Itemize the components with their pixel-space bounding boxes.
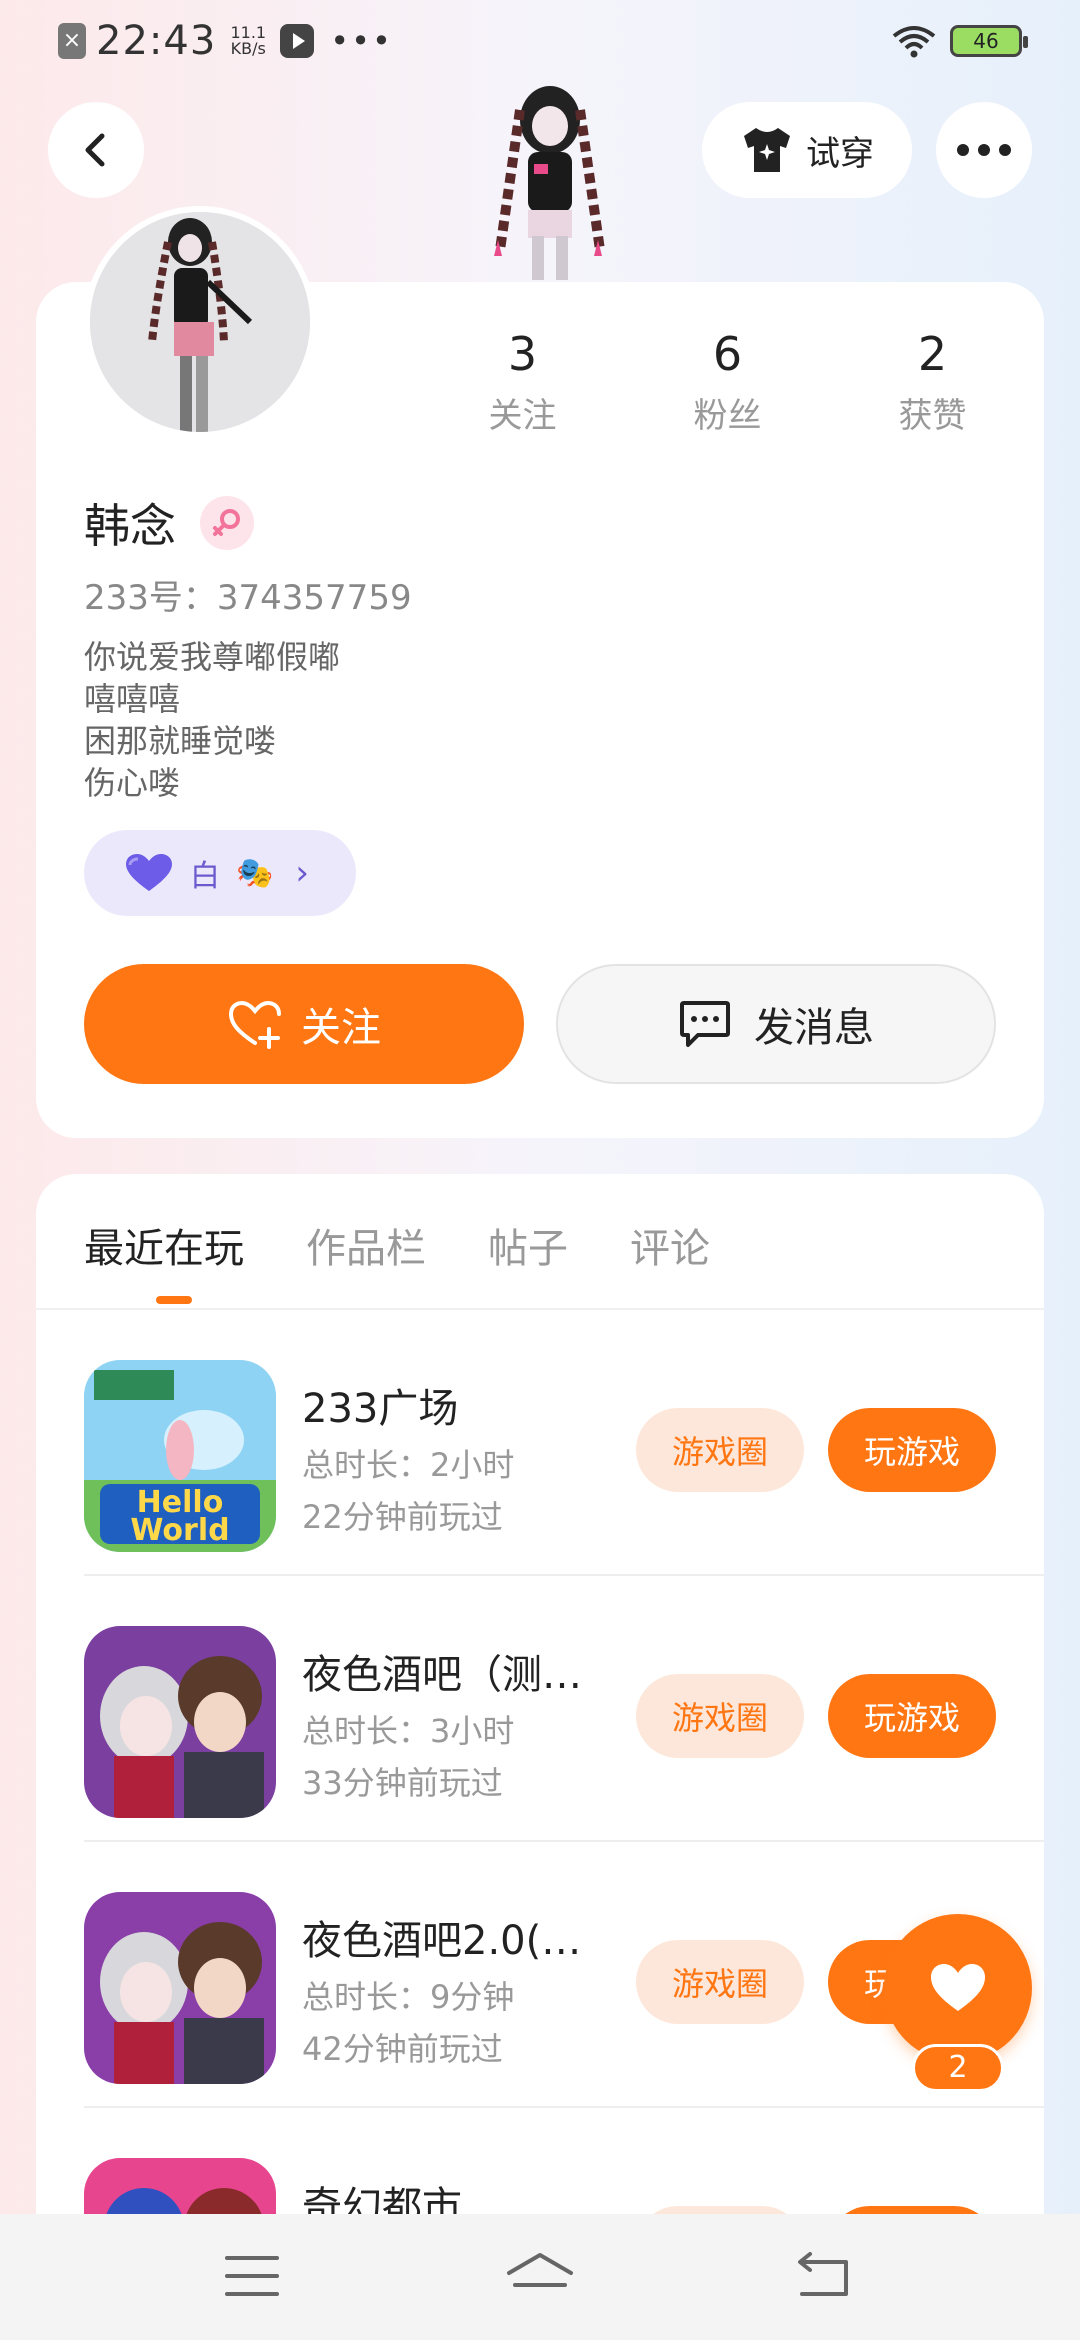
likes-count: 2 xyxy=(917,327,948,381)
bio: 你说爱我尊嘟假嘟 嘻嘻嘻 困那就睡觉喽 伤心喽 xyxy=(84,636,340,804)
nav-back-button[interactable] xyxy=(784,2244,864,2308)
heart-icon xyxy=(931,1964,985,2011)
status-bar: × 22:43 11.1 KB/s ••• 46 xyxy=(0,0,1080,86)
heart-plus-icon xyxy=(228,1000,281,1049)
avatar-image xyxy=(90,212,310,432)
bio-line: 嘻嘻嘻 xyxy=(84,680,181,718)
relationship-badge[interactable]: 白 🎭 › xyxy=(84,830,356,916)
tab-comments[interactable]: 评论 xyxy=(630,1216,710,1274)
menu-icon xyxy=(225,2256,279,2296)
home-icon xyxy=(507,2253,573,2287)
game-duration: 总时长：9分钟 xyxy=(302,1978,515,2016)
profile-stats: 3 关注 6 粉丝 2 获赞 xyxy=(420,326,1040,437)
tab-recently-played[interactable]: 最近在玩 xyxy=(84,1216,244,1274)
tab-posts[interactable]: 帖子 xyxy=(488,1216,568,1274)
game-circle-button[interactable]: 游戏圈 xyxy=(636,1674,804,1758)
network-speed: 11.1 KB/s xyxy=(226,25,270,57)
bio-line: 你说爱我尊嘟假嘟 xyxy=(84,638,341,676)
stat-following[interactable]: 3 关注 xyxy=(420,326,625,437)
tshirt-icon xyxy=(744,128,790,172)
purple-heart-icon xyxy=(126,854,172,891)
network-speed-unit: KB/s xyxy=(230,39,266,58)
list-item[interactable]: 夜色酒吧（测… 总时长：3小时 33分钟前玩过 游戏圈 玩游戏 xyxy=(36,1576,1044,1842)
play-game-button[interactable]: 玩游戏 xyxy=(828,1674,996,1758)
try-on-button[interactable]: 试穿 xyxy=(702,102,912,198)
theater-masks-icon: 🎭 xyxy=(236,855,274,891)
game-icon: Hello World xyxy=(84,1360,276,1552)
avatar-character-preview xyxy=(494,86,605,280)
female-gender-icon xyxy=(200,496,254,550)
game-last-played: 33分钟前玩过 xyxy=(302,1764,503,1802)
media-play-icon xyxy=(280,24,315,58)
status-right: 46 xyxy=(892,24,1028,58)
more-dots-icon xyxy=(957,144,1011,156)
chevron-right-icon: › xyxy=(295,853,309,893)
game-duration: 总时长：2小时 xyxy=(302,1446,515,1484)
battery-icon: 46 xyxy=(950,25,1028,57)
stat-likes[interactable]: 2 获赞 xyxy=(830,326,1035,437)
game-circle-button[interactable]: 游戏圈 xyxy=(636,1940,804,2024)
recently-played-list: Hello World 233广场 总时长：2小时 22分钟前玩过 游戏圈 玩游… xyxy=(36,1310,1044,2340)
status-left: × 22:43 11.1 KB/s ••• xyxy=(58,18,393,64)
game-last-played: 42分钟前玩过 xyxy=(302,2030,503,2068)
more-options-button[interactable] xyxy=(936,102,1032,198)
game-duration: 总时长：3小时 xyxy=(302,1712,515,1750)
nav-home-button[interactable] xyxy=(500,2244,580,2308)
tab-works[interactable]: 作品栏 xyxy=(306,1216,426,1274)
game-name: 夜色酒吧2.0(… xyxy=(302,1918,582,1964)
content-card: 最近在玩 作品栏 帖子 评论 Hello World 233广场 总时长：2小时… xyxy=(36,1174,1044,2340)
back-icon xyxy=(798,2252,848,2296)
svg-text:World: World xyxy=(130,1513,229,1548)
game-name: 233广场 xyxy=(302,1386,459,1432)
more-notifications-icon: ••• xyxy=(330,22,393,60)
username-row: 韩念 xyxy=(84,490,254,556)
floating-like-button[interactable] xyxy=(884,1914,1032,2062)
bio-line: 困那就睡觉喽 xyxy=(84,722,277,760)
play-game-button[interactable]: 玩游戏 xyxy=(828,1408,996,1492)
stat-followers[interactable]: 6 粉丝 xyxy=(625,326,830,437)
notification-close-icon: × xyxy=(58,23,86,59)
bio-line: 伤心喽 xyxy=(84,764,181,802)
game-icon xyxy=(84,1626,276,1818)
follow-label: 关注 xyxy=(301,1005,381,1051)
profile-tabs: 最近在玩 作品栏 帖子 评论 xyxy=(84,1216,710,1274)
chat-bubble-icon xyxy=(680,1001,730,1047)
game-last-played: 22分钟前玩过 xyxy=(302,1498,503,1536)
followers-count: 6 xyxy=(712,327,743,381)
wifi-icon xyxy=(892,26,936,58)
nav-menu-button[interactable] xyxy=(212,2244,292,2308)
avatar[interactable] xyxy=(84,206,316,438)
follow-button[interactable]: 关注 xyxy=(84,964,524,1084)
active-tab-indicator xyxy=(156,1296,192,1304)
game-circle-button[interactable]: 游戏圈 xyxy=(636,1408,804,1492)
like-count-badge: 2 xyxy=(912,2044,1004,2092)
back-arrow-icon xyxy=(85,133,105,167)
followers-label: 粉丝 xyxy=(693,396,762,436)
username: 韩念 xyxy=(84,499,176,553)
likes-label: 获赞 xyxy=(898,396,967,436)
back-button[interactable] xyxy=(48,102,144,198)
try-on-label: 试穿 xyxy=(806,133,874,174)
list-item[interactable]: Hello World 233广场 总时长：2小时 22分钟前玩过 游戏圈 玩游… xyxy=(36,1310,1044,1576)
following-label: 关注 xyxy=(488,396,557,436)
send-message-button[interactable]: 发消息 xyxy=(556,964,996,1084)
following-count: 3 xyxy=(507,327,538,381)
game-icon xyxy=(84,1892,276,2084)
system-nav-bar xyxy=(0,2214,1080,2340)
send-message-label: 发消息 xyxy=(754,1005,874,1051)
badge-label: 白 xyxy=(190,859,220,894)
status-time: 22:43 xyxy=(96,18,217,64)
game-name: 夜色酒吧（测… xyxy=(302,1652,582,1698)
user-id: 233号：374357759 xyxy=(84,578,412,618)
